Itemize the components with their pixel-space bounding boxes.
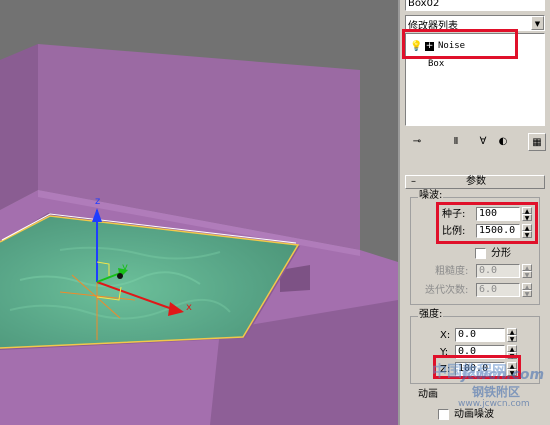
show-end-result-icon[interactable]: Ⅱ bbox=[447, 133, 465, 151]
spinner-down-icon[interactable]: ▼ bbox=[522, 271, 532, 279]
fractal-checkbox[interactable] bbox=[475, 248, 486, 259]
watermark-url-text: www.jcwcn.com bbox=[458, 399, 530, 409]
watermark-site-text: jcwcn.com bbox=[462, 367, 545, 383]
iterations-label: 迭代次数: bbox=[425, 285, 469, 296]
stack-item-box-label: Box bbox=[428, 59, 445, 69]
viewport-scene bbox=[0, 0, 398, 425]
iterations-field[interactable]: 6.0 bbox=[476, 283, 520, 297]
annotation-highlight-stack bbox=[402, 29, 518, 59]
command-panel: Box02 修改器列表 ▼ 💡 + Noise Box ⊸ Ⅱ ∀ ◐ ▦ – … bbox=[398, 0, 550, 425]
object-name-text: Box02 bbox=[408, 0, 440, 9]
spinner-up-icon[interactable]: ▲ bbox=[507, 345, 517, 353]
strength-group-label: 强度: bbox=[418, 309, 444, 321]
iterations-spinner[interactable]: ▲ ▼ bbox=[522, 283, 532, 298]
strength-x-field[interactable]: 0.0 bbox=[455, 328, 505, 342]
watermark: 中国教程网 jcwcn.com 钢铁附区 www.jcwcn.com bbox=[410, 357, 550, 425]
spinner-up-icon[interactable]: ▲ bbox=[522, 283, 532, 291]
remove-modifier-icon[interactable]: ◐ bbox=[494, 133, 512, 151]
noise-group-label: 噪波: bbox=[418, 190, 444, 202]
make-unique-icon[interactable]: ∀ bbox=[474, 133, 492, 151]
rollout-title: 参数 bbox=[466, 176, 486, 187]
fractal-label: 分形 bbox=[491, 248, 511, 259]
configure-modifier-sets-icon[interactable]: ▦ bbox=[528, 133, 546, 151]
room-back-wall-left bbox=[0, 44, 38, 210]
y-axis-label: y bbox=[122, 262, 128, 273]
watermark-sub-text: 钢铁附区 bbox=[472, 385, 521, 399]
stack-item-box[interactable]: Box bbox=[428, 58, 444, 70]
pin-stack-icon[interactable]: ⊸ bbox=[408, 133, 426, 151]
perspective-viewport[interactable]: z y x bbox=[0, 0, 398, 425]
roughness-label: 粗糙度: bbox=[435, 266, 469, 277]
dropdown-arrow-icon[interactable]: ▼ bbox=[531, 16, 544, 30]
strength-x-spinner[interactable]: ▲ ▼ bbox=[507, 328, 517, 343]
spinner-down-icon[interactable]: ▼ bbox=[507, 335, 517, 343]
spinner-down-icon[interactable]: ▼ bbox=[522, 290, 532, 298]
spinner-up-icon[interactable]: ▲ bbox=[507, 328, 517, 336]
rollout-header[interactable]: – 参数 bbox=[405, 175, 545, 189]
z-axis-label: z bbox=[95, 196, 101, 207]
x-axis-label: x bbox=[186, 302, 192, 313]
roughness-field[interactable]: 0.0 bbox=[476, 264, 520, 278]
annotation-highlight-seed-scale bbox=[436, 202, 538, 244]
spinner-up-icon[interactable]: ▲ bbox=[522, 264, 532, 272]
roughness-spinner[interactable]: ▲ ▼ bbox=[522, 264, 532, 279]
object-name-field[interactable]: Box02 bbox=[405, 0, 545, 11]
strength-x-label: X: bbox=[440, 330, 451, 341]
